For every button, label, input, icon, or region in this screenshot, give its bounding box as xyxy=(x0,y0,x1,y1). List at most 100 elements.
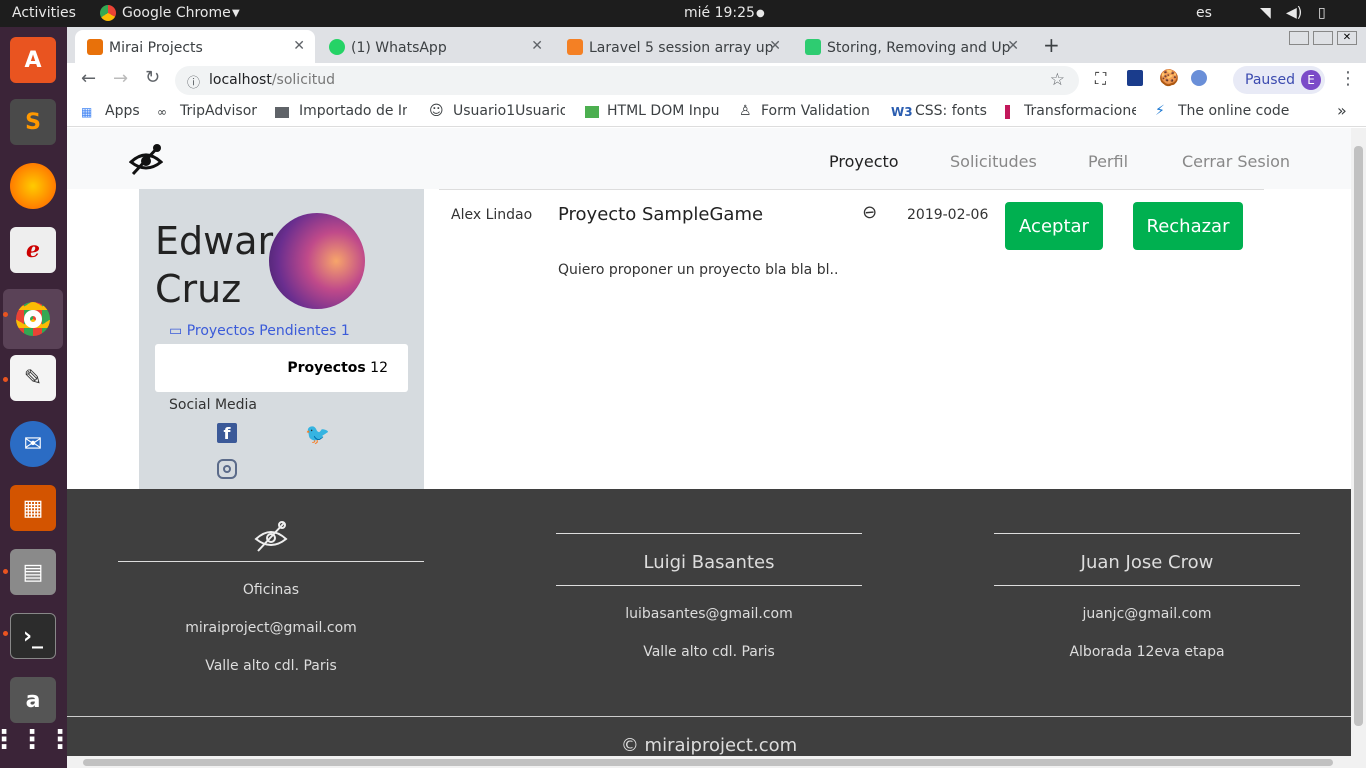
info-mark-icon xyxy=(1005,105,1010,119)
document-viewer-icon[interactable]: ℯ xyxy=(10,227,56,273)
tab-strip: Mirai Projects ✕ (1) WhatsApp ✕ Laravel … xyxy=(67,27,1366,63)
files-icon[interactable]: ▤ xyxy=(10,549,56,595)
thunderbird-icon[interactable]: ✉ xyxy=(10,421,56,467)
forward-icon[interactable]: → xyxy=(113,68,128,89)
divider xyxy=(439,189,1264,190)
impress-icon[interactable]: ▦ xyxy=(10,485,56,531)
divider xyxy=(556,585,862,586)
extension-icon[interactable] xyxy=(1191,70,1207,86)
close-tab-icon[interactable]: ✕ xyxy=(769,38,781,54)
web-page: Proyecto Solicitudes Perfil Cerrar Sesio… xyxy=(67,128,1351,756)
request-description: Quiero proponer un proyecto bla bla bl.. xyxy=(558,262,839,278)
running-indicator-icon xyxy=(3,312,8,317)
horizontal-scrollbar[interactable] xyxy=(67,756,1351,768)
notification-dot-icon: ● xyxy=(756,8,765,19)
bookmark-tripadvisor[interactable]: TripAdvisor xyxy=(180,103,257,119)
tab-laravel[interactable]: Laravel 5 session array up ✕ xyxy=(555,30,791,63)
offices-email: miraiproject@gmail.com xyxy=(185,620,357,636)
firefox-icon[interactable] xyxy=(10,163,56,209)
bookmark-css-fonts[interactable]: CSS: fonts xyxy=(915,103,987,119)
facebook-icon[interactable]: f xyxy=(217,423,237,443)
bookmark-html-dom[interactable]: HTML DOM Inpu xyxy=(607,103,719,119)
smiley-icon: ☺ xyxy=(429,103,444,119)
favicon-icon xyxy=(87,39,103,55)
paperclip-icon[interactable]: ⊘ xyxy=(857,200,882,226)
avatar xyxy=(269,213,365,309)
bookmark-online-code[interactable]: The online code xyxy=(1178,103,1290,119)
bookmark-apps[interactable]: Apps xyxy=(105,103,140,119)
extension-icon[interactable] xyxy=(1127,70,1143,86)
divider xyxy=(994,585,1300,586)
close-window-icon[interactable]: ✕ xyxy=(1337,31,1357,45)
more-bookmarks-icon[interactable]: » xyxy=(1337,101,1347,120)
close-tab-icon[interactable]: ✕ xyxy=(531,38,543,54)
running-indicator-icon xyxy=(3,631,8,636)
language-indicator[interactable]: es xyxy=(1196,5,1212,21)
tab-title: Storing, Removing and Up xyxy=(827,40,1011,56)
footer-contact-luigi: Luigi Basantes luibasantes@gmail.com Val… xyxy=(556,533,862,660)
show-apps-icon[interactable]: ⋮⋮⋮ xyxy=(0,717,73,763)
app-menu[interactable]: Google Chrome xyxy=(122,5,231,21)
chrome-dock-icon[interactable] xyxy=(3,289,63,349)
divider xyxy=(67,716,1351,717)
nav-proyecto[interactable]: Proyecto xyxy=(829,152,899,171)
instagram-icon[interactable] xyxy=(217,459,237,479)
footer-offices: Oficinas miraiproject@gmail.com Valle al… xyxy=(118,519,424,674)
system-top-bar: Activities Google Chrome ▼ mié 19:25 ● e… xyxy=(0,0,1366,27)
projects-count: 12 xyxy=(370,360,388,376)
pending-projects-link[interactable]: ▭ Proyectos Pendientes 1 xyxy=(169,323,350,339)
twitter-icon[interactable]: 🐦 xyxy=(305,422,330,446)
nav-solicitudes[interactable]: Solicitudes xyxy=(950,152,1037,171)
reload-icon[interactable]: ↻ xyxy=(145,67,160,88)
eye-logo-icon[interactable] xyxy=(129,142,163,176)
reject-button[interactable]: Rechazar xyxy=(1133,202,1243,250)
menu-icon[interactable]: ⋮ xyxy=(1339,68,1357,89)
bookmark-form-validation[interactable]: Form Validation xyxy=(761,103,870,119)
chrome-icon xyxy=(100,5,116,21)
sublime-text-icon[interactable]: S xyxy=(10,99,56,145)
nav-perfil[interactable]: Perfil xyxy=(1088,152,1128,171)
new-tab-icon[interactable]: + xyxy=(1043,33,1060,57)
maximize-icon[interactable] xyxy=(1313,31,1333,45)
contact-email: luibasantes@gmail.com xyxy=(625,606,793,622)
scrollbar-thumb[interactable] xyxy=(83,759,1333,766)
close-tab-icon[interactable]: ✕ xyxy=(293,38,305,54)
bookmark-star-icon[interactable]: ☆ xyxy=(1050,70,1065,90)
tab-title: Laravel 5 session array up xyxy=(589,40,774,56)
bookmark-transformaciones[interactable]: Transformacione xyxy=(1024,103,1136,119)
battery-icon[interactable]: ▯ xyxy=(1318,5,1326,21)
activities-button[interactable]: Activities xyxy=(12,5,76,21)
stackoverflow-icon xyxy=(567,39,583,55)
accept-button[interactable]: Aceptar xyxy=(1005,202,1103,250)
tab-storing[interactable]: Storing, Removing and Up ✕ xyxy=(793,30,1029,63)
tab-whatsapp[interactable]: (1) WhatsApp ✕ xyxy=(317,30,553,63)
bookmark-importado[interactable]: Importado de In xyxy=(299,103,407,119)
pending-label: Proyectos Pendientes xyxy=(186,323,337,339)
tab-mirai-projects[interactable]: Mirai Projects ✕ xyxy=(75,30,315,63)
close-tab-icon[interactable]: ✕ xyxy=(1007,38,1019,54)
folder-icon xyxy=(275,107,289,118)
cookie-icon[interactable]: 🍪 xyxy=(1159,68,1179,87)
software-center-icon[interactable]: A xyxy=(10,37,56,83)
scrollbar-thumb[interactable] xyxy=(1354,146,1363,726)
projects-label: Proyectos xyxy=(287,360,366,376)
terminal-icon[interactable]: ›_ xyxy=(10,613,56,659)
profile-paused-button[interactable]: Paused E xyxy=(1233,66,1325,94)
address-bar[interactable]: ⓘ localhost/solicitud ☆ xyxy=(175,66,1079,95)
volume-icon[interactable]: ◀) xyxy=(1286,5,1302,21)
text-editor-icon[interactable]: ✎ xyxy=(10,355,56,401)
nav-cerrar-sesion[interactable]: Cerrar Sesion xyxy=(1182,152,1290,171)
project-title[interactable]: Proyecto SampleGame xyxy=(558,204,763,225)
lightning-icon: ⚡ xyxy=(1155,103,1165,119)
contact-name: Luigi Basantes xyxy=(643,552,775,573)
site-favicon-icon xyxy=(805,39,821,55)
minimize-icon[interactable] xyxy=(1289,31,1309,45)
wifi-icon[interactable]: ◥ xyxy=(1260,5,1271,21)
back-icon[interactable]: ← xyxy=(81,68,96,89)
request-date: 2019-02-06 xyxy=(907,207,989,223)
cast-icon[interactable]: ⛶ xyxy=(1095,69,1106,89)
vertical-scrollbar[interactable] xyxy=(1351,128,1366,768)
profile-sidebar: Edward Cruz ▭ Proyectos Pendientes 1 Pro… xyxy=(139,189,424,489)
clock[interactable]: mié 19:25 xyxy=(684,5,755,21)
bookmark-usuario[interactable]: Usuario1Usuario xyxy=(453,103,565,119)
